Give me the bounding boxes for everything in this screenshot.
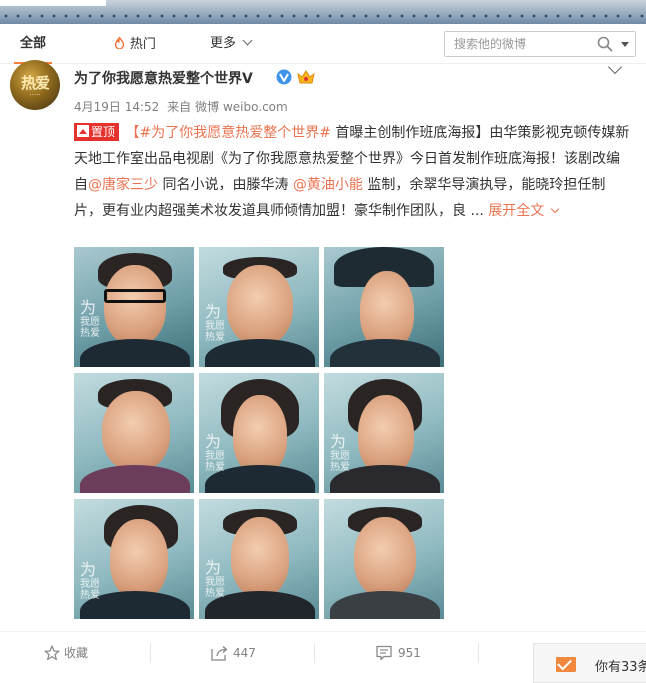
share-button[interactable]: 447 xyxy=(211,632,256,674)
avatar-logo-art: 热爱 xyxy=(20,74,50,92)
post-image-1[interactable]: 为我愿 热爱 xyxy=(74,247,194,367)
verified-v-icon[interactable] xyxy=(276,69,292,85)
profile-search-box xyxy=(444,31,636,57)
avatar-logo-sub: ····· xyxy=(29,91,41,99)
envelope-icon xyxy=(556,657,576,672)
post-image-4[interactable] xyxy=(74,373,194,493)
hashtag-link[interactable]: #为了你我愿意热爱整个世界# xyxy=(139,125,330,141)
tab-all-label: 全部 xyxy=(20,36,47,51)
post-image-grid: 为我愿 热爱 为我愿 热爱 为我愿 热爱 为我愿 热爱 为我愿 热爱 为我愿 热爱 xyxy=(74,247,446,620)
action-divider xyxy=(478,643,479,663)
tab-all[interactable]: 全部 xyxy=(13,24,53,64)
member-crown-icon[interactable] xyxy=(296,68,316,86)
source-prefix: 来自 xyxy=(167,100,192,114)
pinned-label: 置顶 xyxy=(91,125,116,139)
post-image-6[interactable]: 为我愿 热爱 xyxy=(324,373,444,493)
tab-more-dropdown[interactable]: 更多 xyxy=(210,24,253,64)
post-image-2[interactable]: 为我愿 热爱 xyxy=(199,247,319,367)
message-notification[interactable]: 你有33条 xyxy=(533,643,646,683)
favorite-label: 收藏 xyxy=(64,646,89,660)
action-divider xyxy=(150,643,151,663)
bracket-open: 【 xyxy=(125,125,140,141)
search-input[interactable] xyxy=(445,32,590,56)
flame-icon xyxy=(114,34,129,51)
notification-text: 你有33条 xyxy=(595,660,646,675)
tab-more-label: 更多 xyxy=(210,36,237,51)
top-banner xyxy=(0,0,646,24)
banner-blank xyxy=(0,0,106,6)
comment-button[interactable]: 951 xyxy=(376,632,421,674)
post-body: 置顶 【#为了你我愿意热爱整个世界# 首曝主创制作班底海报】由华策影视克顿传媒新… xyxy=(74,120,630,224)
pin-top-icon xyxy=(77,125,89,137)
mention-link-2[interactable]: @黄油小能 xyxy=(293,177,363,193)
action-divider xyxy=(314,643,315,663)
feed-tab-bar: 全部 热门 更多 xyxy=(0,24,646,64)
chevron-down-icon xyxy=(551,204,560,214)
star-icon xyxy=(44,645,60,661)
comment-count: 951 xyxy=(398,646,421,660)
post-text-part-2: 同名小说，由滕华涛 xyxy=(162,177,289,193)
author-name[interactable]: 为了你我愿意热爱整个世界V xyxy=(74,68,253,88)
post-date[interactable]: 4月19日 14:52 xyxy=(74,100,159,114)
banner-pattern xyxy=(0,12,646,22)
share-icon xyxy=(211,646,228,661)
post-image-9[interactable] xyxy=(324,499,444,619)
tab-hot[interactable]: 热门 xyxy=(114,24,156,64)
favorite-button[interactable]: 收藏 xyxy=(44,632,88,674)
post-image-5[interactable]: 为我愿 热爱 xyxy=(199,373,319,493)
mention-link-1[interactable]: @唐家三少 xyxy=(88,177,158,193)
search-options-caret-icon[interactable] xyxy=(621,42,629,47)
author-avatar[interactable]: 热爱 ····· xyxy=(10,60,60,110)
pinned-badge: 置顶 xyxy=(74,123,120,141)
share-count: 447 xyxy=(233,646,256,660)
expand-full-text-link[interactable]: 展开全文 xyxy=(488,203,560,219)
post-meta: 4月19日 14:52 来自 微博 weibo.com xyxy=(74,98,292,115)
post-image-3[interactable] xyxy=(324,247,444,367)
chevron-down-icon xyxy=(242,35,253,46)
post-image-7[interactable]: 为我愿 热爱 xyxy=(74,499,194,619)
expand-label: 展开全文 xyxy=(488,203,545,219)
post-image-8[interactable]: 为我愿 热爱 xyxy=(199,499,319,619)
search-icon[interactable] xyxy=(597,36,613,52)
comment-icon xyxy=(376,645,392,661)
weibo-feed-card: 全部 热门 更多 热爱 ····· 为了你我愿意热爱整个世界V xyxy=(0,24,646,683)
post-source[interactable]: 微博 weibo.com xyxy=(195,100,288,114)
tab-hot-label: 热门 xyxy=(129,37,156,52)
